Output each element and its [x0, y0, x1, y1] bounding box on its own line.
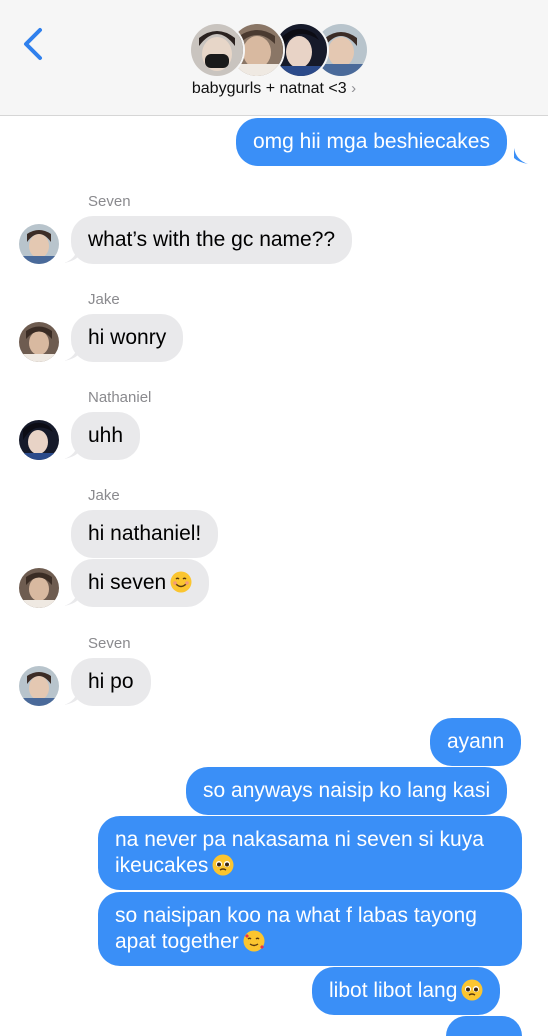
incoming-message[interactable]: uhh	[71, 412, 141, 460]
avatar[interactable]	[19, 420, 59, 460]
sender-name: Nathaniel	[88, 389, 152, 406]
incoming-message[interactable]: hi wonry	[71, 314, 184, 362]
smiling-face-emoji-icon	[170, 571, 192, 593]
chevron-left-icon[interactable]	[18, 26, 48, 62]
outgoing-message[interactable]: libot libot lang	[312, 967, 501, 1015]
bubble-tail	[64, 345, 78, 361]
conversation-header: babygurls + natnat <3 ›	[0, 0, 548, 116]
sender-name: Seven	[88, 193, 131, 210]
incoming-message[interactable]: hi po	[71, 658, 151, 706]
pleading-face-emoji-icon	[461, 979, 483, 1001]
outgoing-message[interactable]: omg hii mga beshiecakes	[236, 118, 507, 166]
avatar	[189, 22, 245, 78]
bubble-tail	[514, 148, 528, 164]
incoming-message[interactable]: what’s with the gc name??	[71, 216, 353, 264]
bubble-tail	[64, 590, 78, 606]
outgoing-message[interactable]: na never pa nakasama ni seven si kuya ik…	[98, 816, 522, 890]
smiling-face-with-hearts-emoji-icon	[243, 930, 265, 952]
message-text: so naisipan koo na what f labas tayong a…	[115, 904, 477, 953]
outgoing-message[interactable]: so anyways naisip ko lang kasi	[186, 767, 508, 815]
outgoing-message[interactable]: so naisipan koo na what f labas tayong a…	[98, 892, 522, 966]
sender-name: Jake	[88, 291, 120, 308]
bubble-tail	[64, 247, 78, 263]
sender-name: Seven	[88, 635, 131, 652]
message-text: libot libot lang	[329, 979, 458, 1002]
group-name[interactable]: babygurls + natnat <3 ›	[0, 80, 548, 98]
chevron-right-icon: ›	[351, 80, 357, 97]
message-text: hi seven	[88, 571, 167, 594]
message-text: na never pa nakasama ni seven si kuya ik…	[115, 828, 484, 877]
incoming-message[interactable]: hi nathaniel!	[71, 510, 219, 558]
group-name-label: babygurls + natnat <3	[191, 80, 347, 97]
avatar[interactable]	[19, 666, 59, 706]
group-avatars[interactable]	[189, 22, 369, 78]
avatar[interactable]	[19, 568, 59, 608]
sender-name: Jake	[88, 487, 120, 504]
avatar[interactable]	[19, 224, 59, 264]
outgoing-message-partial[interactable]	[446, 1016, 522, 1036]
pleading-face-emoji-icon	[212, 854, 234, 876]
bubble-tail	[64, 689, 78, 705]
incoming-message[interactable]: hi seven	[71, 559, 210, 607]
outgoing-message[interactable]: ayann	[430, 718, 522, 766]
avatar[interactable]	[19, 322, 59, 362]
bubble-tail	[64, 443, 78, 459]
